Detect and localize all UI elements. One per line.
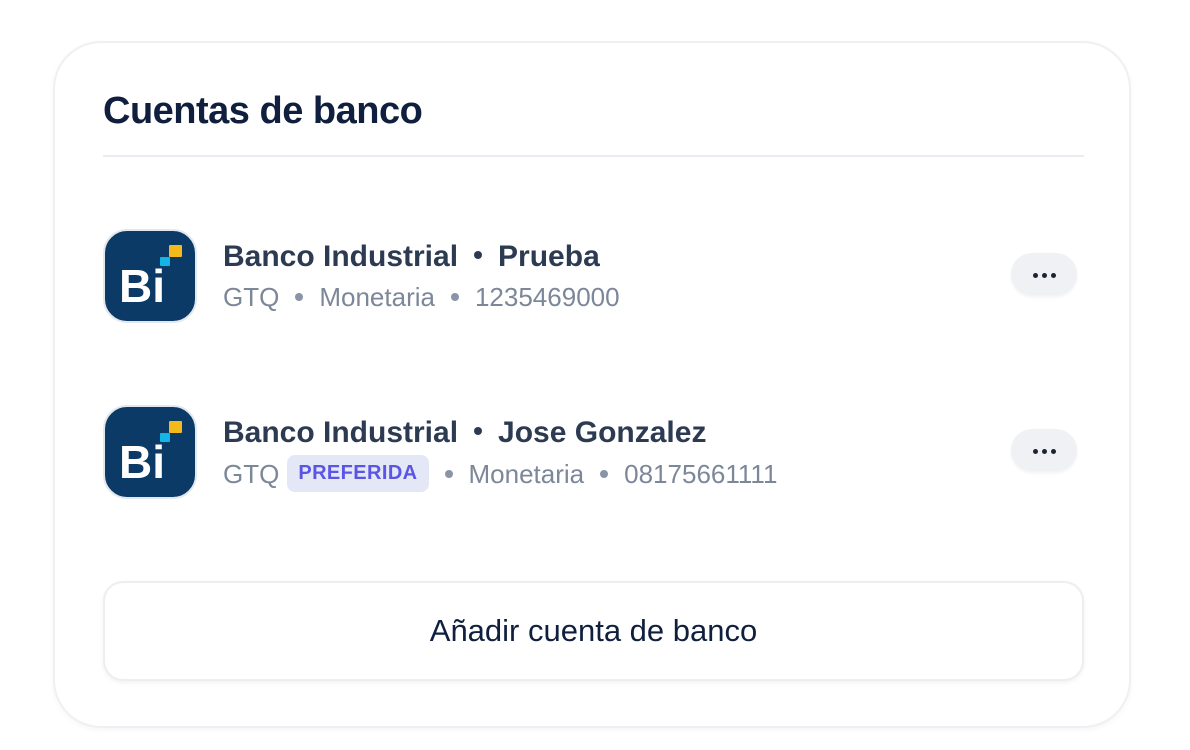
- bank-logo: Bi: [103, 229, 197, 323]
- add-bank-account-button[interactable]: Añadir cuenta de banco: [103, 581, 1084, 681]
- bank-name: Banco Industrial: [223, 240, 459, 273]
- more-horizontal-icon: [1031, 441, 1058, 459]
- account-details: GTQ Monetaria 1235469000: [223, 279, 620, 315]
- bank-name: Banco Industrial: [223, 416, 459, 449]
- account-number: 1235469000: [474, 282, 620, 312]
- logo-text: Bi: [119, 260, 165, 312]
- account-currency: GTQ: [223, 458, 280, 489]
- bank-accounts-card: Cuentas de banco Bi Banco Industrial Prue…: [53, 41, 1131, 728]
- logo-square-cyan: [160, 433, 170, 442]
- separator-dot: [474, 251, 483, 260]
- bank-logo: Bi: [103, 405, 197, 499]
- divider: [103, 155, 1084, 157]
- account-type: Monetaria: [468, 458, 585, 489]
- bank-industrial-logo-icon: Bi: [119, 421, 182, 488]
- separator-dot: [474, 427, 483, 436]
- logo-text: Bi: [119, 436, 165, 488]
- logo-square-cyan: [160, 257, 170, 266]
- separator-dot: [295, 293, 304, 301]
- separator-dot: [600, 469, 609, 478]
- more-options-button[interactable]: [1011, 253, 1077, 295]
- account-title: Banco Industrial Jose Gonzalez: [223, 413, 706, 453]
- account-row: Bi Banco Industrial Jose Gonzalez GTQ PREF…: [103, 405, 1084, 501]
- account-holder: Jose Gonzalez: [498, 416, 707, 449]
- more-horizontal-icon: [1031, 265, 1058, 283]
- separator-dot: [450, 293, 459, 301]
- card-title: Cuentas de banco: [103, 90, 423, 132]
- account-type: Monetaria: [319, 282, 435, 312]
- account-holder: Prueba: [498, 240, 600, 273]
- bank-industrial-logo-icon: Bi: [119, 245, 182, 312]
- separator-dot: [444, 469, 453, 478]
- logo-square-yellow: [169, 421, 182, 433]
- account-number: 08175661111: [624, 458, 778, 489]
- account-currency: GTQ: [223, 282, 280, 312]
- preferred-badge: PREFERIDA: [287, 455, 429, 492]
- more-options-button[interactable]: [1011, 429, 1077, 471]
- account-title: Banco Industrial Prueba: [223, 237, 600, 277]
- logo-square-yellow: [169, 245, 182, 257]
- account-details: GTQ PREFERIDA Monetaria 08175661111: [223, 455, 777, 492]
- account-row: Bi Banco Industrial Prueba GTQ Monetaria 12…: [103, 229, 1084, 325]
